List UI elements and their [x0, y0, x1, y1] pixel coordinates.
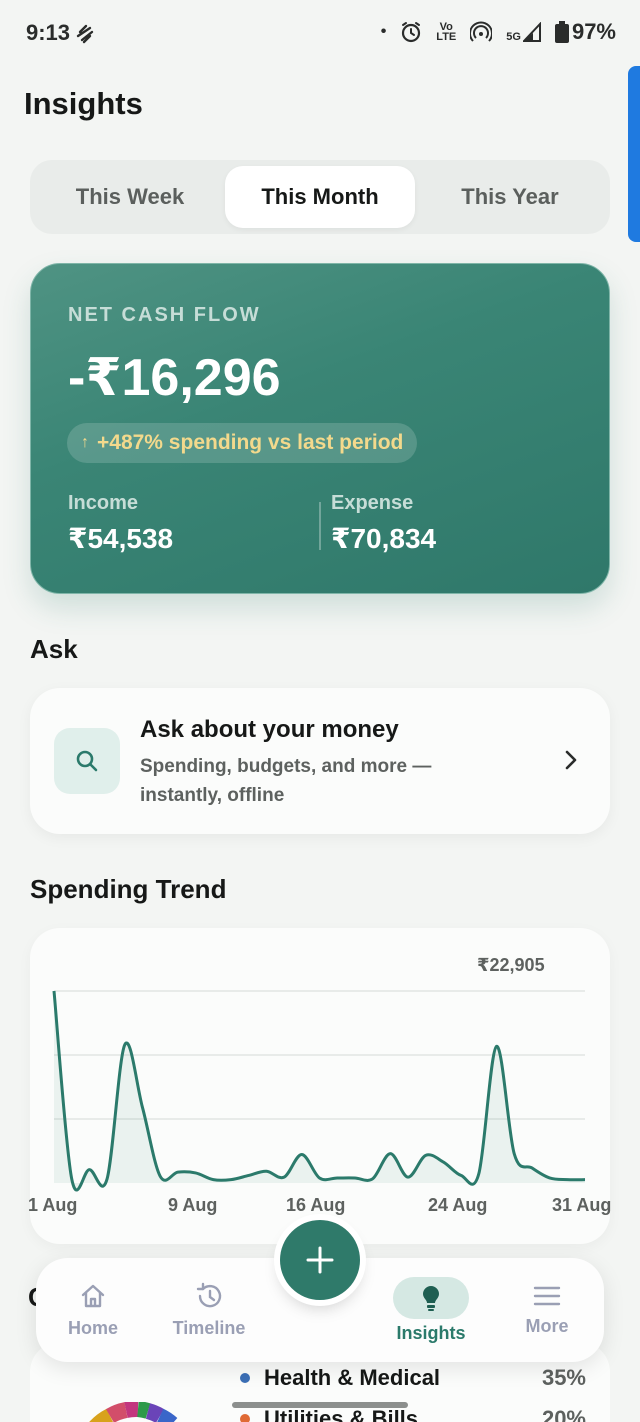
arrow-up-icon: ↑: [81, 434, 89, 451]
nav-home[interactable]: Home: [58, 1258, 128, 1362]
category-color-dot: [240, 1373, 250, 1383]
status-time: 9:13: [26, 20, 71, 45]
battery-icon: [554, 21, 569, 43]
income-label: Income: [68, 492, 139, 514]
tab-this-week[interactable]: This Week: [35, 166, 225, 228]
change-badge: ↑ +487% spending vs last period: [67, 423, 418, 463]
ask-description: Spending, budgets, and more — instantly,…: [140, 756, 432, 806]
x-axis-label: 31 Aug: [552, 1195, 612, 1215]
app-status-icon: [76, 24, 94, 44]
nav-active-indicator: [393, 1276, 469, 1319]
volte-icon: Vo LTE: [436, 21, 457, 43]
nav-timeline[interactable]: Timeline: [164, 1258, 254, 1362]
category-color-dot: [240, 1414, 250, 1422]
category-percent: 20%: [541, 1406, 586, 1422]
nav-home-label: Home: [67, 1317, 118, 1338]
category-percent: 35%: [541, 1365, 586, 1390]
nav-more-label: More: [525, 1315, 569, 1336]
income-expense-divider: [319, 502, 321, 550]
nav-insights[interactable]: Insights: [384, 1258, 478, 1362]
nav-timeline-label: Timeline: [172, 1317, 246, 1338]
trend-max-label: ₹22,905: [477, 955, 545, 975]
ask-card[interactable]: Ask about your money Spending, budgets, …: [30, 688, 610, 834]
battery-indicator: 97%: [554, 19, 616, 45]
alarm-icon: [402, 22, 421, 43]
scrollbar-thumb[interactable]: [628, 66, 640, 242]
change-text: +487% spending vs last period: [97, 431, 404, 454]
income-value: ₹54,538: [68, 523, 174, 554]
nav-more[interactable]: More: [512, 1258, 582, 1362]
hotspot-icon: [470, 21, 493, 42]
status-bar: 9:13 • Vo LTE 5G 97%: [0, 0, 640, 66]
gesture-home-bar[interactable]: [232, 1402, 408, 1408]
category-donut-chart: [89, 1402, 178, 1422]
history-icon: [196, 1282, 222, 1307]
spending-trend-title: Spending Trend: [30, 874, 227, 904]
x-axis-label: 1 Aug: [28, 1195, 78, 1215]
x-axis-label: 9 Aug: [168, 1195, 218, 1215]
ask-title: Ask about your money: [140, 716, 399, 743]
category-label: Utilities & Bills: [264, 1406, 419, 1422]
lightbulb-icon: [423, 1285, 439, 1311]
signal-icon: 5G: [506, 22, 541, 43]
menu-icon: [533, 1286, 561, 1305]
period-tabs: This Week This Month This Year: [30, 160, 610, 234]
net-cash-flow-value: -₹16,296: [68, 349, 281, 407]
add-transaction-button[interactable]: [280, 1220, 360, 1300]
category-row[interactable]: Health & Medical 35%: [240, 1365, 586, 1391]
category-label: Health & Medical: [264, 1365, 441, 1390]
net-cash-flow-label: NET CASH FLOW: [68, 304, 261, 326]
expense-label: Expense: [331, 492, 414, 514]
ask-icon-box: [54, 728, 120, 794]
x-axis-label: 24 Aug: [428, 1195, 488, 1215]
ask-section-title: Ask: [30, 634, 78, 664]
page-title: Insights: [24, 86, 143, 121]
home-icon: [81, 1284, 105, 1307]
category-row[interactable]: Utilities & Bills 20%: [240, 1406, 586, 1422]
tab-this-month[interactable]: This Month: [225, 166, 415, 228]
expense-value: ₹70,834: [331, 523, 437, 554]
search-icon: [76, 750, 98, 772]
x-axis-label: 16 Aug: [286, 1195, 346, 1215]
tab-this-year[interactable]: This Year: [415, 166, 605, 228]
status-icons: • Vo LTE 5G 97%: [381, 19, 616, 45]
plus-icon: [306, 1246, 334, 1274]
chevron-right-icon: [565, 750, 577, 770]
signal-bars-icon: [522, 22, 541, 42]
net-cash-flow-card: NET CASH FLOW -₹16,296 ↑ +487% spending …: [30, 263, 610, 594]
nav-insights-label: Insights: [396, 1322, 466, 1343]
dot-icon: •: [380, 23, 387, 40]
